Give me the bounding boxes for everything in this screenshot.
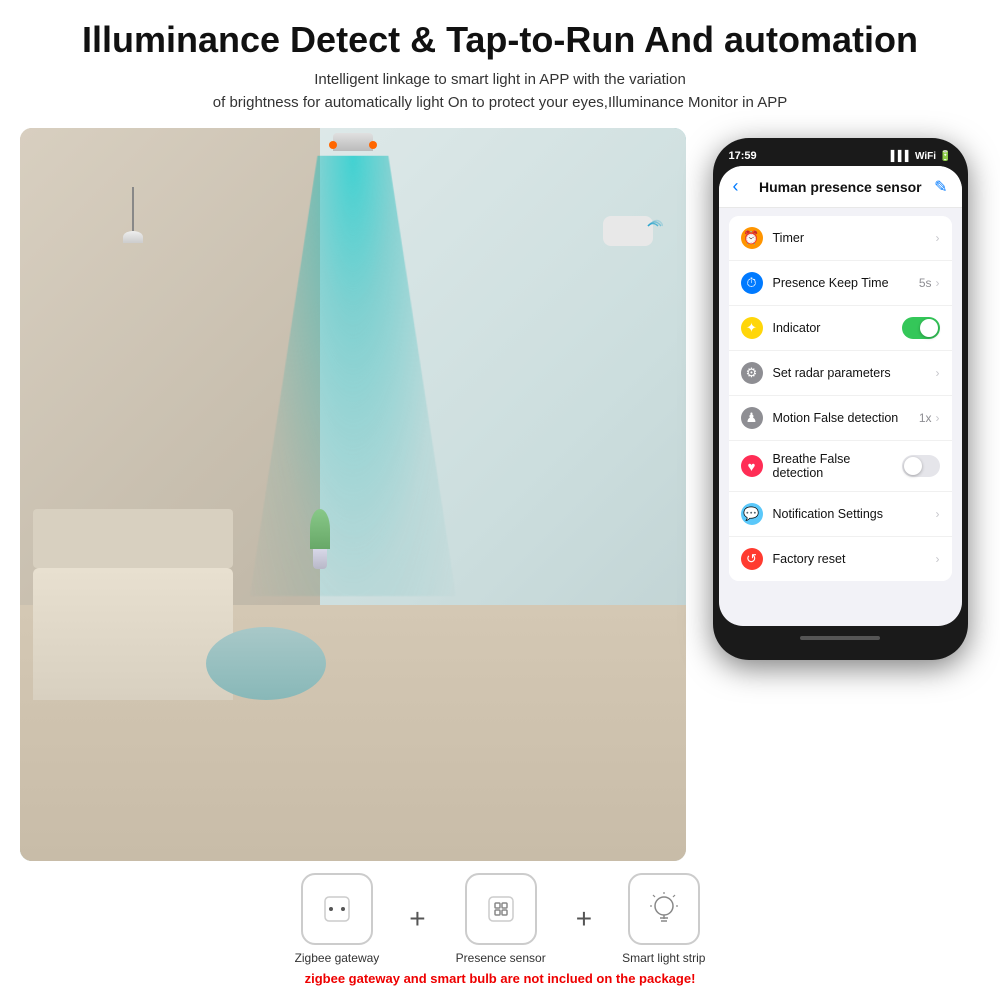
smart-light-item: Smart light strip (622, 873, 705, 965)
phone-status-right: ▌▌▌ WiFi 🔋 (891, 151, 952, 162)
lamp-orange-right (369, 141, 377, 149)
menu-icon-5: ♥ (741, 455, 763, 477)
back-button[interactable]: ‹ (733, 176, 739, 197)
sensor-waves (633, 211, 663, 246)
zigbee-gateway-svg (317, 889, 357, 929)
home-bar (719, 630, 962, 646)
disclaimer-text: zigbee gateway and smart bulb are not in… (305, 971, 696, 986)
menu-chevron-6: › (936, 507, 940, 521)
menu-chevron-7: › (936, 552, 940, 566)
plant-vase (313, 549, 327, 569)
menu-label-5: Breathe False detection (773, 452, 902, 480)
toggle-thumb-5 (904, 457, 922, 475)
menu-label-3: Set radar parameters (773, 366, 936, 380)
app-title: Human presence sensor (747, 179, 935, 195)
toggle-thumb-2 (920, 319, 938, 337)
home-indicator (800, 636, 880, 640)
menu-item-4[interactable]: ♟ Motion False detection1x › (729, 396, 952, 441)
menu-icon-7: ↺ (741, 548, 763, 570)
menu-item-5[interactable]: ♥ Breathe False detection (729, 441, 952, 492)
bottom-section: Zigbee gateway + Presence sensor + (20, 861, 980, 990)
phone: 17:59 ▌▌▌ WiFi 🔋 ‹ Human presence sensor… (713, 138, 968, 660)
menu-items-container: ⏰Timer›⏱Presence Keep Time5s›✦Indicator⚙… (729, 216, 952, 581)
menu-label-7: Factory reset (773, 552, 936, 566)
menu-value-4: 1x (919, 411, 932, 425)
arc-lamp (120, 187, 147, 275)
content-row: 17:59 ▌▌▌ WiFi 🔋 ‹ Human presence sensor… (20, 128, 980, 861)
menu-label-0: Timer (773, 231, 936, 245)
menu-icon-0: ⏰ (741, 227, 763, 249)
plant (300, 509, 340, 641)
menu-item-0[interactable]: ⏰ Timer› (729, 216, 952, 261)
edit-button[interactable]: ✎ (934, 177, 947, 197)
plant-leaves (310, 509, 330, 549)
presence-sensor-item: Presence sensor (456, 873, 546, 965)
sofa-back (33, 509, 233, 568)
lamp-shade (123, 231, 143, 243)
room-image (20, 128, 686, 861)
menu-chevron-1: › (936, 276, 940, 290)
menu-label-2: Indicator (773, 321, 902, 335)
presence-sensor-label: Presence sensor (456, 951, 546, 965)
device-icons-row: Zigbee gateway + Presence sensor + (295, 873, 706, 965)
plus-sign-1: + (409, 903, 425, 935)
menu-icon-4: ♟ (741, 407, 763, 429)
menu-chevron-0: › (936, 231, 940, 245)
menu-section: ⏰Timer›⏱Presence Keep Time5s›✦Indicator⚙… (729, 216, 952, 581)
zigbee-gateway-item: Zigbee gateway (295, 873, 380, 965)
menu-icon-2: ✦ (741, 317, 763, 339)
menu-label-1: Presence Keep Time (773, 276, 919, 290)
menu-label-4: Motion False detection (773, 411, 919, 425)
lamp-pole (132, 187, 134, 231)
menu-item-2[interactable]: ✦ Indicator (729, 306, 952, 351)
room-scene (20, 128, 686, 861)
menu-icon-6: 💬 (741, 503, 763, 525)
phone-time: 17:59 (729, 150, 757, 162)
phone-container: 17:59 ▌▌▌ WiFi 🔋 ‹ Human presence sensor… (700, 128, 980, 861)
menu-value-1: 5s (919, 276, 932, 290)
page-wrapper: Illuminance Detect & Tap-to-Run And auto… (0, 0, 1000, 1000)
app-header: ‹ Human presence sensor ✎ (719, 166, 962, 208)
presence-sensor-icon-box (465, 873, 537, 945)
lamp-orange-left (329, 141, 337, 149)
menu-item-3[interactable]: ⚙ Set radar parameters› (729, 351, 952, 396)
menu-icon-1: ⏱ (741, 272, 763, 294)
menu-chevron-4: › (936, 411, 940, 425)
lamp-base (333, 133, 373, 151)
toggle-2[interactable] (902, 317, 940, 339)
menu-item-6[interactable]: 💬 Notification Settings› (729, 492, 952, 537)
main-title: Illuminance Detect & Tap-to-Run And auto… (82, 18, 918, 61)
plus-sign-2: + (576, 903, 592, 935)
zigbee-gateway-label: Zigbee gateway (295, 951, 380, 965)
toggle-5[interactable] (902, 455, 940, 477)
menu-item-7[interactable]: ↺ Factory reset› (729, 537, 952, 581)
menu-chevron-3: › (936, 366, 940, 380)
phone-screen: ‹ Human presence sensor ✎ ⏰Timer›⏱Presen… (719, 166, 962, 626)
menu-label-6: Notification Settings (773, 507, 936, 521)
menu-item-1[interactable]: ⏱ Presence Keep Time5s › (729, 261, 952, 306)
motion-sensor-device (603, 216, 653, 246)
smart-light-label: Smart light strip (622, 951, 705, 965)
presence-sensor-svg (481, 889, 521, 929)
smart-light-icon-box (628, 873, 700, 945)
subtitle: Intelligent linkage to smart light in AP… (213, 69, 787, 114)
zigbee-gateway-icon-box (301, 873, 373, 945)
smart-light-svg (644, 889, 684, 929)
sofa (33, 568, 233, 700)
menu-icon-3: ⚙ (741, 362, 763, 384)
